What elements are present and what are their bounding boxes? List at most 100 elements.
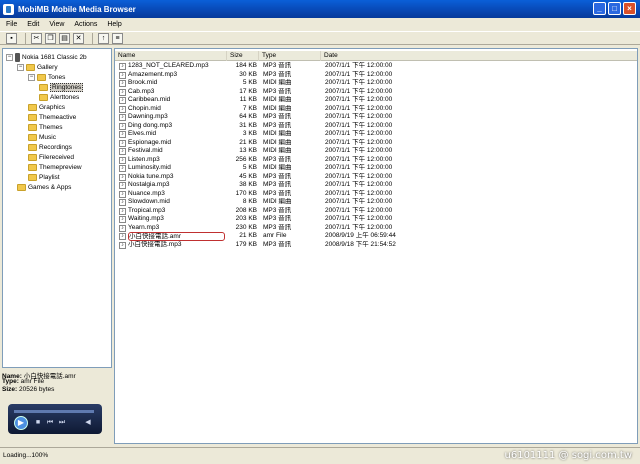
table-row[interactable]: ♪ Tropical.mp3 208 KB MP3 音訊 2007/1/1 下午 12:…: [115, 206, 637, 216]
file-size: 21 KB: [239, 138, 257, 146]
table-row[interactable]: ♪ Elves.mid 3 KB MIDI 編曲 2007/1/1 下午 12:00:0…: [115, 130, 637, 139]
minimize-button[interactable]: _: [593, 2, 606, 15]
file-name: Ding dong.mp3: [128, 121, 173, 129]
file-size: 179 KB: [235, 240, 257, 248]
file-name: Amazement.mp3: [128, 70, 178, 78]
table-row[interactable]: ♪ Chopin.mid 7 KB MIDI 編曲 2007/1/1 下午 12:00:…: [115, 105, 637, 114]
info-type-value: amr File: [20, 378, 45, 385]
file-date: 2007/1/1 下午 12:00:00: [325, 189, 393, 197]
file-size: 45 KB: [239, 172, 257, 180]
table-row[interactable]: ♪ Luminosity.mid 5 KB MIDI 編曲 2007/1/1 下午 12…: [115, 164, 637, 173]
table-row[interactable]: ♪ Waiting.mp3 203 KB MP3 音訊 2007/1/1 下午 12:0…: [115, 215, 637, 224]
table-row[interactable]: ♪ Festival.mid 13 KB MIDI 編曲 2007/1/1 下午 12:…: [115, 147, 637, 156]
menu-actions[interactable]: Actions: [74, 21, 97, 28]
next-icon[interactable]: ⏭: [58, 419, 66, 427]
paste-icon[interactable]: ▤: [59, 32, 70, 44]
table-row[interactable]: ♪ Espionage.mid 21 KB MIDI 編曲 2007/1/1 下午 12…: [115, 138, 637, 148]
table-row[interactable]: ♪ Slowdown.mid 8 KB MIDI 編曲 2007/1/1 下午 12:0…: [115, 198, 637, 207]
menu-view[interactable]: View: [49, 21, 64, 28]
collapse-icon[interactable]: −: [17, 64, 24, 71]
table-row[interactable]: ♪ Amazement.mp3 30 KB MP3 音訊 2007/1/1 下午 12:…: [115, 70, 637, 80]
previous-icon[interactable]: ⏮: [46, 419, 54, 427]
window-title: MobiMB Mobile Media Browser: [18, 4, 136, 14]
file-date: 2007/1/1 下午 12:00:00: [325, 113, 393, 120]
column-date[interactable]: Date: [321, 51, 637, 61]
tree-item[interactable]: Playlist: [28, 173, 60, 182]
audio-file-icon: ♪: [119, 190, 126, 198]
file-size: 38 KB: [239, 181, 257, 188]
file-date: 2007/1/1 下午 12:00:00: [325, 223, 393, 231]
copy-icon[interactable]: ❐: [45, 32, 56, 44]
stop-icon[interactable]: ■: [34, 419, 42, 427]
folder-icon: [28, 114, 37, 121]
file-type: MIDI 編曲: [263, 79, 292, 86]
menu-file[interactable]: File: [6, 21, 17, 28]
tree-item[interactable]: − Gallery: [17, 63, 58, 72]
table-row[interactable]: ♪ Cab.mp3 17 KB MP3 音訊 2007/1/1 下午 12:00:00: [115, 88, 637, 97]
volume-icon[interactable]: ◀: [84, 419, 92, 427]
seek-bar[interactable]: [14, 410, 94, 413]
play-icon[interactable]: ▶: [14, 416, 28, 430]
audio-file-icon: ♪: [119, 241, 126, 249]
tree-item-label: Games & Apps: [28, 184, 72, 191]
table-row[interactable]: ♪ Listen.mp3 256 KB MP3 音訊 2007/1/1 下午 12:00…: [115, 155, 637, 165]
folder-tree: − Nokia 1681 Classic 2b − Gallery − Tones Ring…: [2, 48, 112, 368]
table-row[interactable]: ♪ Ding dong.mp3 31 KB MP3 音訊 2007/1/1 下午 12:…: [115, 121, 637, 131]
file-name: Nokia tune.mp3: [128, 172, 174, 180]
properties-icon[interactable]: ≡: [112, 32, 123, 44]
delete-icon[interactable]: ✕: [73, 32, 84, 44]
file-size: 256 KB: [235, 155, 257, 163]
maximize-button[interactable]: □: [608, 2, 621, 15]
tree-item[interactable]: Ringtones: [39, 83, 84, 92]
table-row[interactable]: ♪ Yearn.mp3 230 KB MP3 音訊 2007/1/1 下午 12:00:…: [115, 223, 637, 233]
file-size: 208 KB: [235, 206, 257, 214]
close-button[interactable]: ×: [623, 2, 636, 15]
tree-item[interactable]: Filereceived: [28, 153, 74, 162]
file-name: Espionage.mid: [128, 138, 171, 146]
collapse-icon[interactable]: −: [6, 54, 13, 61]
collapse-icon[interactable]: −: [28, 74, 35, 81]
tree-item[interactable]: − Tones: [28, 73, 65, 82]
table-row[interactable]: ♪ Nokia tune.mp3 45 KB MP3 音訊 2007/1/1 下午 12…: [115, 172, 637, 182]
tree-item[interactable]: Graphics: [28, 103, 65, 112]
toolbar-separator: [92, 32, 93, 44]
file-size: 5 KB: [242, 79, 257, 86]
table-row[interactable]: ♪ Caribbean.mid 11 KB MIDI 編曲 2007/1/1 下午 12…: [115, 96, 637, 105]
window-controls: _ □ ×: [593, 2, 636, 15]
file-size: 64 KB: [239, 113, 257, 120]
tree-item[interactable]: − Nokia 1681 Classic 2b: [6, 53, 87, 62]
file-date: 2007/1/1 下午 12:00:00: [325, 215, 393, 222]
folder-icon: [17, 184, 26, 191]
watermark: u6101111 @ sogi.com.tw: [504, 450, 633, 461]
tree-item[interactable]: Music: [28, 133, 56, 142]
column-name[interactable]: Name: [115, 51, 227, 61]
table-row[interactable]: ♪ 小白快接電話.mp3 179 KB MP3 音訊 2008/9/18 下午 21:5…: [115, 240, 637, 250]
cut-icon[interactable]: ✂: [31, 32, 42, 44]
file-date: 2007/1/1 下午 12:00:00: [325, 62, 393, 69]
table-row[interactable]: ♪ Nuance.mp3 170 KB MP3 音訊 2007/1/1 下午 12:00…: [115, 189, 637, 199]
save-icon[interactable]: ▪: [6, 32, 17, 44]
tree-item[interactable]: Games & Apps: [17, 183, 71, 192]
menu-edit[interactable]: Edit: [27, 21, 39, 28]
column-size[interactable]: Size: [227, 51, 259, 61]
file-date: 2007/1/1 下午 12:00:00: [325, 79, 393, 86]
menu-help[interactable]: Help: [107, 21, 121, 28]
table-row[interactable]: ♪ Nostalgia.mp3 38 KB MP3 音訊 2007/1/1 下午 12:…: [115, 181, 637, 190]
tree-item[interactable]: Recordings: [28, 143, 72, 152]
file-date: 2007/1/1 下午 12:00:00: [325, 138, 393, 146]
file-type: MIDI 編曲: [263, 198, 292, 205]
folder-up-icon[interactable]: ↑: [98, 32, 109, 44]
folder-icon: [28, 104, 37, 111]
tree-item[interactable]: Alerttones: [39, 93, 79, 102]
column-type[interactable]: Type: [259, 51, 321, 61]
table-row[interactable]: ♪ 1283_NOT_CLEARED.mp3 184 KB MP3 音訊 2007/1/…: [115, 62, 637, 71]
file-size: 13 KB: [239, 147, 257, 154]
tree-item[interactable]: Themes: [28, 123, 62, 132]
tree-item[interactable]: Themepreview: [28, 163, 82, 172]
tree-item[interactable]: Themeactive: [28, 113, 76, 122]
file-name: Yearn.mp3: [128, 223, 160, 231]
table-row[interactable]: ♪ 小白快接電話.amr 21 KB amr File 2008/9/19 上午 06:…: [115, 232, 637, 241]
table-row[interactable]: ♪ Brook.mid 5 KB MIDI 編曲 2007/1/1 下午 12:00:0…: [115, 79, 637, 88]
table-row[interactable]: ♪ Dawning.mp3 64 KB MP3 音訊 2007/1/1 下午 12:00…: [115, 113, 637, 122]
audio-file-icon: ♪: [119, 216, 126, 223]
